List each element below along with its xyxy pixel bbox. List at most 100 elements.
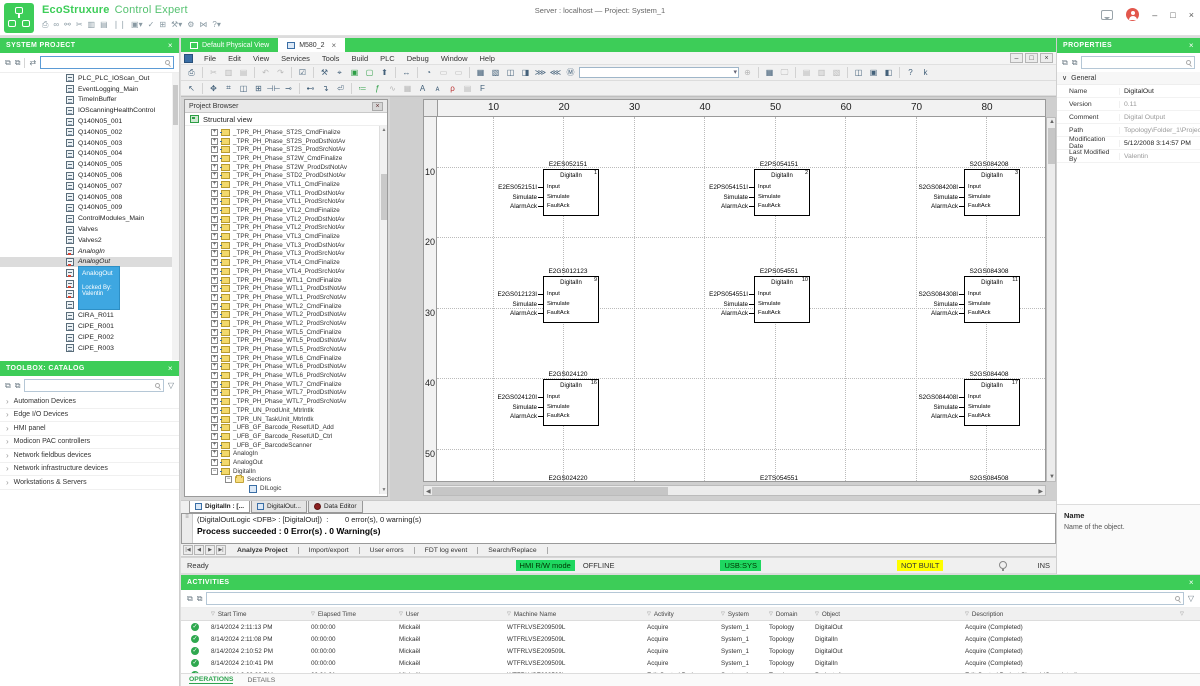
column-header-start-time[interactable]: ▽Start Time [207,611,307,618]
expand-icon[interactable]: + [211,416,218,423]
minimize-button[interactable]: – [1152,9,1157,21]
browser-tree-item[interactable]: +_TPR_UN_TaskUnit_MtrIntlk [185,415,387,424]
function-block-E2ES052151[interactable]: E2ES0521511DigitalInInputSimulateFaultAc… [447,161,607,231]
browser-tree-item[interactable]: +_TPR_PH_Phase_VTL2_ProdSrcNotAv [185,224,387,233]
keyboard-icon[interactable]: k [919,67,932,79]
browser-tree-item[interactable]: DILogic [185,484,387,493]
activity-row[interactable]: ✓8/14/2024 2:11:08 PM00:00:00MickaëlWTFR… [181,633,1200,645]
toolbox-category-network-infrastructure-devices[interactable]: ›Network infrastructure devices [0,463,179,477]
block-body[interactable]: 1DigitalInInputSimulateFaultAck [543,169,599,216]
browser-tree-item[interactable]: +_TPR_UN_ProdUnit_MtrIntlk [185,406,387,415]
function-block-S2GS084408[interactable]: S2GS08440817DigitalInInputSimulateFaultA… [868,371,1028,441]
sidebar-tree-item[interactable]: IOScanningHealthControl [0,105,179,116]
feedback-bubble-icon[interactable] [1101,10,1113,20]
browser-tree-item[interactable]: +_TPR_PH_Phase_VTL3_ProdDstNotAv [185,241,387,250]
layout-icon[interactable]: ▣▾ [131,20,143,30]
sidebar-tree-item[interactable]: ControlModules_Main [0,213,179,224]
expand-icon[interactable]: + [211,346,218,353]
browser-tree-item[interactable]: +_TPR_PH_Phase_VTL2_ProdDstNotAv [185,215,387,224]
activities-tab-details[interactable]: DETAILS [247,677,275,684]
function-block-S2GS084208[interactable]: S2GS0842083DigitalInInputSimulateFaultAc… [868,161,1028,231]
expr-icon[interactable]: ƒ [371,82,384,94]
output-nav-icon[interactable]: ▶ [205,545,215,555]
browser-tree-item[interactable]: +_TPR_PH_Phase_WTL6_ProdSrcNotAv [185,371,387,380]
jump-icon[interactable]: ↴ [319,82,332,94]
activities-close-icon[interactable]: × [1189,578,1194,587]
sidebar-tree-item[interactable]: EventLogging_Main [0,84,179,95]
block-body[interactable]: 11DigitalInInputSimulateFaultAck [964,276,1020,323]
collapse-icon[interactable]: − [211,468,218,475]
column-header-machine-name[interactable]: ▽Machine Name [503,611,643,618]
collapse-icon[interactable]: − [225,476,232,483]
sidebar-tree-item[interactable]: Q140N05_009 [0,203,179,214]
copy-icon[interactable]: ▥ [88,20,96,30]
system-project-scrollbar[interactable] [172,73,179,360]
output-nav-icon[interactable]: ▶| [216,545,226,555]
expand-icon[interactable]: + [211,337,218,344]
layout-3-icon[interactable]: ◫ [504,67,517,79]
grid-icon[interactable]: ⊞ [159,20,166,30]
toolbox-search-input[interactable] [24,379,163,392]
browser-tree-item[interactable]: +_TPR_PH_Phase_WTL1_ProdDstNotAv [185,284,387,293]
output-tab-import-export[interactable]: Import/export [299,547,360,554]
browser-tree-item[interactable]: −DigitalOut [185,493,387,494]
project-browser-scrollbar[interactable]: ▲ ▼ [379,126,387,494]
link-icon[interactable]: ⚯ [64,20,71,30]
maximize-button[interactable]: □ [1170,9,1175,21]
properties-sort-icon[interactable]: ⧉ [1072,58,1078,68]
activities-refresh-icon[interactable]: ⧉ [197,594,203,604]
transfer-icon[interactable]: ⬆ [378,67,391,79]
properties-search-input[interactable] [1081,56,1195,69]
sidebar-tree-item[interactable]: Q140N05_004 [0,149,179,160]
doc-tab-digitalin-[interactable]: DigitalIn : [... [189,501,250,513]
find-next-icon[interactable]: ⋙ [534,67,547,79]
toolbox-category-workstations-servers[interactable]: ›Workstations & Servers [0,476,179,490]
toolbox-category-network-fieldbus-devices[interactable]: ›Network fieldbus devices [0,449,179,463]
expand-icon[interactable]: + [211,129,218,136]
table-icon[interactable]: ▦ [763,67,776,79]
settings-icon[interactable]: ⚙ [187,20,194,30]
project-browser-close-icon[interactable]: × [372,102,383,111]
function-block-E2TS054551[interactable]: E2TS05455124DigitalInInputSimulateFaultA… [658,475,818,482]
paste-icon[interactable]: ▤ [100,20,108,30]
collapse-all-icon[interactable]: ⧉ [5,58,11,68]
activities-search-input[interactable] [206,592,1183,605]
stop-icon[interactable]: ▢ [363,67,376,79]
tools-icon[interactable]: ⚒▾ [171,20,182,30]
menu-view[interactable]: View [247,54,275,63]
block-body[interactable]: 3DigitalInInputSimulateFaultAck [964,169,1020,216]
browser-tree-item[interactable]: +_TPR_PH_Phase_VTL3_CmdFinalize [185,232,387,241]
menu-window[interactable]: Window [435,54,474,63]
sidebar-tree-item[interactable]: Valves2 [0,235,179,246]
tile-icon[interactable]: ◫ [852,67,865,79]
coil-icon[interactable]: ⊸ [282,82,295,94]
mdi-minimize-button[interactable]: – [1010,53,1023,63]
clock-icon[interactable]: ◔ [422,67,435,79]
ffb-icon[interactable]: ◫ [237,82,250,94]
fbd-canvas[interactable]: E2ES0521511DigitalInInputSimulateFaultAc… [437,117,1046,482]
sidebar-tree-item[interactable]: Q140N05_006 [0,170,179,181]
browser-tree-item[interactable]: +_TPR_PH_Phase_WTL7_ProdSrcNotAv [185,397,387,406]
browser-tree-item[interactable]: +_TPR_PH_Phase_ST2S_ProdDstNotAv [185,137,387,146]
property-value[interactable]: DigitalOut [1119,88,1200,95]
system-project-search-input[interactable] [40,56,174,69]
browser-tree-item[interactable]: +_TPR_PH_Phase_WTL6_CmdFinalize [185,354,387,363]
sidebar-tree-item[interactable]: Valves [0,224,179,235]
property-value[interactable]: Digital Output [1119,114,1200,121]
cascade-icon[interactable]: ▣ [867,67,880,79]
output-tab-search-replace[interactable]: Search/Replace [478,547,547,554]
menu-plc[interactable]: PLC [374,54,401,63]
browser-tree-item[interactable]: +_TPR_PH_Phase_WTL7_CmdFinalize [185,380,387,389]
doc-tab-data-editor[interactable]: Data Editor [308,501,363,513]
sidebar-tree-item[interactable]: Q140N05_003 [0,138,179,149]
expand-icon[interactable]: + [211,303,218,310]
block-body[interactable]: 9DigitalInInputSimulateFaultAck [543,276,599,323]
text-small-icon[interactable]: ᴀ [431,82,444,94]
find-icon[interactable]: Ⓜ [564,67,577,79]
help-icon[interactable]: ? [904,67,917,79]
expand-icon[interactable]: + [211,250,218,257]
browser-tree-item[interactable]: +_TPR_PH_Phase_WTL5_CmdFinalize [185,328,387,337]
sidebar-tree-item[interactable]: PLC_PLC_IOScan_Out [0,73,179,84]
menu-debug[interactable]: Debug [401,54,435,63]
sync-icon[interactable]: ⇄ [29,58,36,67]
